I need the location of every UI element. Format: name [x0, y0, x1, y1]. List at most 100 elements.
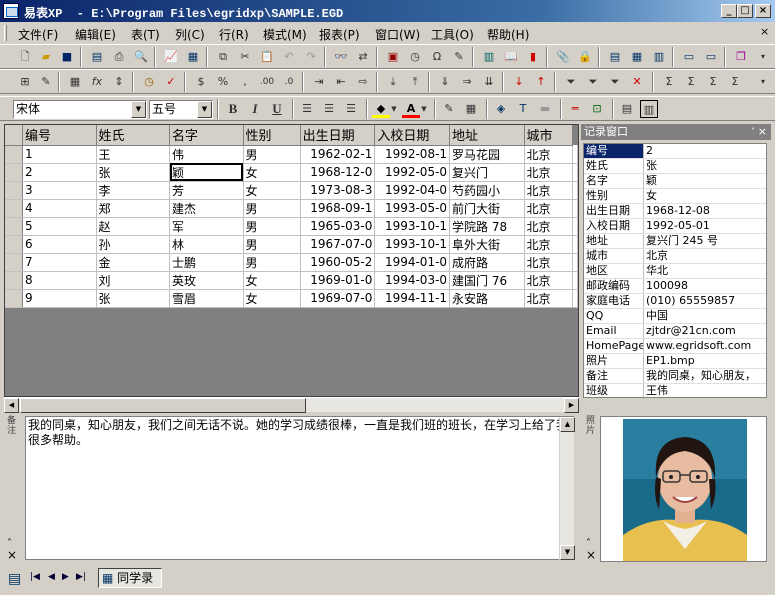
comma-icon[interactable]: , — [236, 73, 254, 91]
scroll-down-icon[interactable]: ▼ — [560, 545, 575, 560]
table-cell[interactable]: 4 — [22, 199, 97, 218]
function-icon[interactable]: fx — [88, 73, 106, 91]
table-cell[interactable]: 北京 — [524, 163, 574, 182]
table-cell[interactable] — [572, 163, 578, 182]
fill-right-icon[interactable]: ⇒ — [458, 73, 476, 91]
decrease-decimal-icon[interactable]: .0 — [280, 73, 298, 91]
column-header[interactable]: 编号 — [22, 125, 97, 146]
toolbar-overflow-icon[interactable]: ▾ — [754, 73, 772, 91]
bar-chart-icon[interactable]: ▮ — [524, 48, 542, 66]
scroll-right-icon[interactable]: ▶ — [564, 398, 579, 413]
table-cell[interactable]: 北京 — [524, 271, 574, 290]
table-cell[interactable]: 张 — [96, 163, 171, 182]
copy-icon[interactable]: ⧉ — [214, 48, 232, 66]
insert-record-icon[interactable]: ⊞ — [16, 73, 34, 91]
sheet-list-icon[interactable]: ▤ — [8, 572, 21, 586]
record-field-row[interactable]: 性别女 — [584, 189, 766, 204]
chevron-down-icon[interactable]: ▼ — [131, 101, 146, 118]
record-field-value[interactable]: (010) 65559857 — [646, 294, 766, 308]
record-field-value[interactable]: 100098 — [646, 279, 766, 293]
table-cell[interactable]: 建杰 — [169, 199, 244, 218]
maximize-button[interactable]: □ — [737, 4, 753, 18]
table-cell[interactable] — [572, 289, 578, 308]
table-cell[interactable]: 1967-07-0 — [300, 235, 376, 254]
table-cell[interactable]: 李 — [96, 181, 171, 200]
move-column-icon[interactable]: ⇨ — [354, 73, 372, 91]
table-cell[interactable]: 9 — [22, 289, 97, 308]
italic-button[interactable]: I — [246, 100, 264, 118]
record-field-value[interactable]: 女 — [646, 189, 766, 203]
memo-textarea[interactable]: 我的同桌，知心朋友，我们之间无话不说。她的学习成绩很棒，一直是我们班的班长，在学… — [25, 416, 574, 560]
table-cell[interactable]: 北京 — [524, 181, 574, 200]
table-cell[interactable]: 女 — [243, 289, 301, 308]
close-icon[interactable]: × — [586, 548, 596, 562]
table-row[interactable]: 9 张雪眉女 1969-07-0 1994-11-1 永安路 北京 — [5, 289, 578, 308]
filter-icon[interactable]: ⏷ — [562, 73, 580, 91]
record-field-row[interactable]: 城市 北京 — [584, 249, 766, 264]
table-cell[interactable]: 男 — [243, 145, 301, 164]
table-cell[interactable]: 1968-09-1 — [300, 199, 376, 218]
column-header[interactable]: 名字 — [169, 125, 244, 146]
record-field-row[interactable]: 照片 EP1.bmp — [584, 354, 766, 369]
record-field-row[interactable]: 地区 华北 — [584, 264, 766, 279]
record-field-row[interactable]: 家庭电话 (010) 65559857 — [584, 294, 766, 309]
record-field-value[interactable]: 张 — [646, 159, 766, 173]
table-cell[interactable]: 7 — [22, 253, 97, 272]
pen-icon[interactable]: ✎ — [440, 100, 458, 118]
filter-auto-icon[interactable]: ⏷ — [584, 73, 602, 91]
menu-help[interactable]: 帮助(H) — [487, 26, 529, 43]
record-fields-list[interactable]: 编号 2 姓氏张名字颖性别女出生日期 1968-12-08 入校日期 1992-05-01… — [583, 143, 767, 398]
table-cell[interactable]: 1994-11-1 — [374, 289, 451, 308]
table-cell[interactable]: 前门大街 — [449, 199, 525, 218]
row-header[interactable] — [5, 199, 24, 218]
table-row[interactable]: 6 孙林男 1967-07-0 1993-10-1 阜外大街 北京 — [5, 235, 578, 254]
table-cell[interactable] — [572, 145, 578, 164]
table-cell[interactable]: 1992-05-0 — [374, 163, 451, 182]
table-cell[interactable] — [572, 235, 578, 254]
column-header[interactable]: 性别 — [243, 125, 301, 146]
table-cell[interactable]: 男 — [243, 217, 301, 236]
chevron-down-icon[interactable]: ▼ — [197, 101, 212, 118]
table-cell[interactable]: 男 — [243, 235, 301, 254]
table-cell[interactable]: 成府路 — [449, 253, 525, 272]
find-icon[interactable]: 👓 — [332, 48, 350, 66]
grid-icon[interactable]: ▦ — [66, 73, 84, 91]
scroll-thumb[interactable] — [20, 398, 306, 413]
redo-icon[interactable]: ↷ — [302, 48, 320, 66]
record-field-value[interactable]: 2 — [646, 144, 766, 158]
table-row[interactable]: 1 王伟男 1962-02-1 1992-08-1 罗马花园 北京 — [5, 145, 578, 164]
menu-edit[interactable]: 编辑(E) — [75, 26, 116, 43]
row-header[interactable] — [5, 181, 24, 200]
menu-row[interactable]: 行(R) — [219, 26, 249, 43]
layout-right-icon[interactable]: ▥ — [650, 48, 668, 66]
borders-icon[interactable]: ▦ — [462, 100, 480, 118]
minimize-button[interactable]: _ — [721, 4, 737, 18]
menu-mode[interactable]: 模式(M) — [263, 26, 307, 43]
previous-sheet-icon[interactable]: ◀ — [48, 572, 55, 582]
table-cell[interactable]: 孙 — [96, 235, 171, 254]
table-cell[interactable] — [572, 181, 578, 200]
table-cell[interactable]: 2 — [22, 163, 97, 182]
record-field-row[interactable]: 出生日期 1968-12-08 — [584, 204, 766, 219]
paint-bucket-icon[interactable]: ◈ — [492, 100, 510, 118]
close-icon[interactable]: × — [7, 548, 17, 562]
row-header[interactable] — [5, 163, 24, 182]
table-cell[interactable]: 英玫 — [169, 271, 244, 290]
form-view-icon[interactable]: ▭ — [680, 48, 698, 66]
table-cell[interactable]: 6 — [22, 235, 97, 254]
table-cell[interactable] — [572, 271, 578, 290]
align-right-icon[interactable]: ☰ — [342, 100, 360, 118]
insert-row-icon[interactable]: ⤓ — [384, 73, 402, 91]
toolbar-overflow-icon[interactable]: ▾ — [754, 48, 772, 66]
fill-color-icon[interactable]: ◆ — [372, 100, 390, 118]
table-cell[interactable]: 张 — [96, 289, 171, 308]
row-header[interactable] — [5, 145, 24, 164]
print-preview-icon[interactable]: 🔍 — [132, 48, 150, 66]
frame-icon[interactable]: ⊡ — [588, 100, 606, 118]
memo-vertical-scrollbar[interactable]: ▲ ▼ — [559, 417, 575, 560]
underline-button[interactable]: U — [268, 100, 286, 118]
windows-icon[interactable]: ❐ — [732, 48, 750, 66]
column-header[interactable]: 地址 — [449, 125, 525, 146]
record-field-row[interactable]: QQ 中国 — [584, 309, 766, 324]
table-cell[interactable]: 士鹏 — [169, 253, 244, 272]
